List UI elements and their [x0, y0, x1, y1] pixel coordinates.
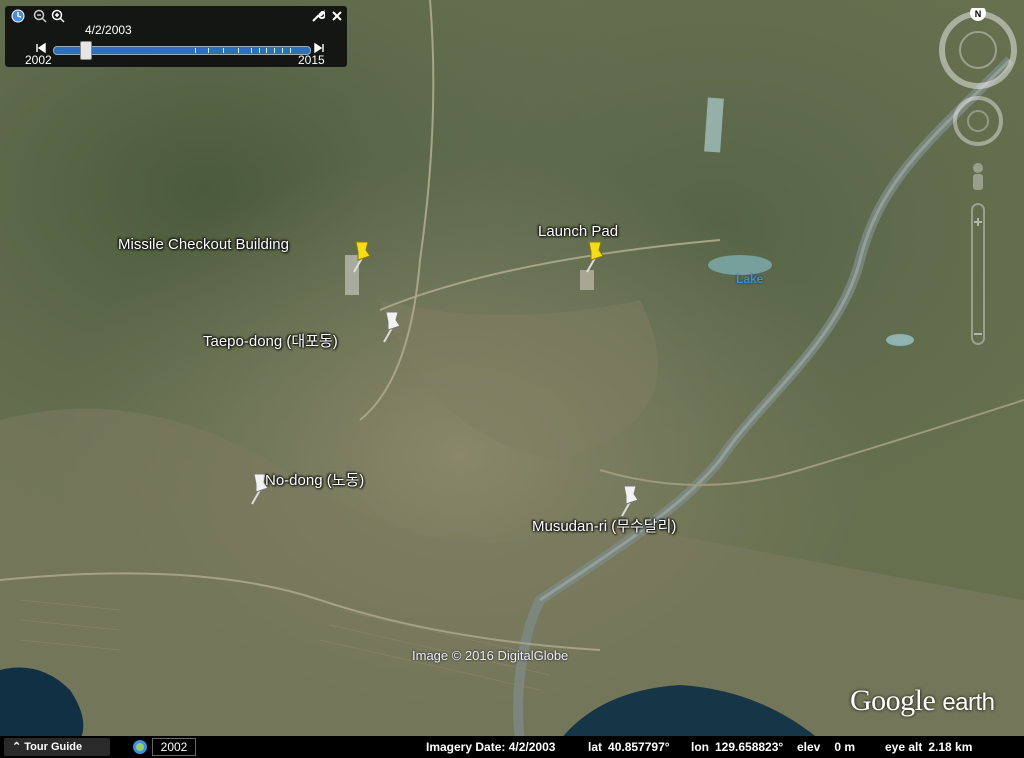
- zoom-in-icon[interactable]: [51, 9, 65, 23]
- placemark-label-launch-pad[interactable]: Launch Pad: [538, 223, 618, 240]
- longitude-readout: lon 129.658823°: [691, 740, 784, 754]
- time-slider-tick: [281, 48, 283, 53]
- yellow-pushpin-icon[interactable]: [579, 236, 613, 276]
- placemark-label-missile-checkout[interactable]: Missile Checkout Building: [118, 236, 289, 253]
- time-slider-tick: [194, 48, 196, 53]
- latitude-readout: lat 40.857797°: [588, 740, 670, 754]
- imagery-date: Imagery Date: 4/2/2003: [426, 740, 556, 754]
- tour-guide-label: Tour Guide: [24, 741, 83, 753]
- clock-icon[interactable]: [11, 9, 25, 23]
- zoom-out-icon[interactable]: [33, 9, 47, 23]
- slider-end-year: 2015: [298, 53, 325, 67]
- google-earth-logo: Google earth: [850, 684, 995, 717]
- tour-guide-button[interactable]: ⌃ Tour Guide: [4, 738, 110, 756]
- navigation-controls: N: [939, 8, 1017, 345]
- lake-label: Lake: [736, 272, 764, 286]
- historical-year-field[interactable]: 2002: [152, 738, 196, 756]
- imagery-attribution: Image © 2016 DigitalGlobe: [412, 648, 569, 663]
- compass-ring-icon[interactable]: [939, 8, 1017, 89]
- eye-altitude-readout: eye alt 2.18 km: [885, 740, 973, 754]
- slider-start-year: 2002: [25, 53, 52, 67]
- time-slider-tick: [251, 48, 253, 53]
- status-bar: ⌃ Tour Guide 2002 Imagery Date: 4/2/2003…: [0, 736, 1024, 758]
- placemark-label-taepo-dong[interactable]: Taepo-dong (대포동): [203, 330, 338, 351]
- time-slider-tick: [266, 48, 268, 53]
- historical-imagery-icon[interactable]: [132, 739, 148, 755]
- time-slider-thumb[interactable]: [79, 41, 92, 60]
- wrench-icon[interactable]: [311, 9, 325, 23]
- yellow-pushpin-icon[interactable]: [346, 236, 380, 276]
- time-slider-tick: [289, 48, 291, 53]
- white-pushpin-icon[interactable]: [614, 480, 648, 520]
- time-slider-tick: [222, 48, 224, 53]
- chevron-up-icon: ⌃: [12, 741, 22, 753]
- historical-imagery-panel: 4/2/2003 2002 2015: [5, 6, 347, 67]
- time-slider-tick: [238, 48, 240, 53]
- zoom-slider[interactable]: [971, 203, 985, 345]
- close-icon[interactable]: [330, 9, 344, 23]
- time-slider-track[interactable]: [53, 41, 311, 60]
- placemark-label-no-dong[interactable]: No-dong (노동): [265, 469, 364, 490]
- time-slider-tick: [207, 48, 209, 53]
- white-pushpin-icon[interactable]: [376, 306, 410, 346]
- satellite-map[interactable]: [0, 0, 1024, 758]
- placemark-label-musudan-ri[interactable]: Musudan-ri (무수달리): [532, 515, 676, 536]
- street-view-pegman-icon[interactable]: [973, 163, 983, 190]
- slider-current-date: 4/2/2003: [85, 23, 132, 37]
- time-slider-tick: [258, 48, 260, 53]
- elevation-readout: elev 0 m: [797, 740, 856, 754]
- look-joystick-icon[interactable]: [953, 96, 1003, 146]
- north-indicator[interactable]: N: [975, 9, 982, 19]
- time-slider-tick: [274, 48, 276, 53]
